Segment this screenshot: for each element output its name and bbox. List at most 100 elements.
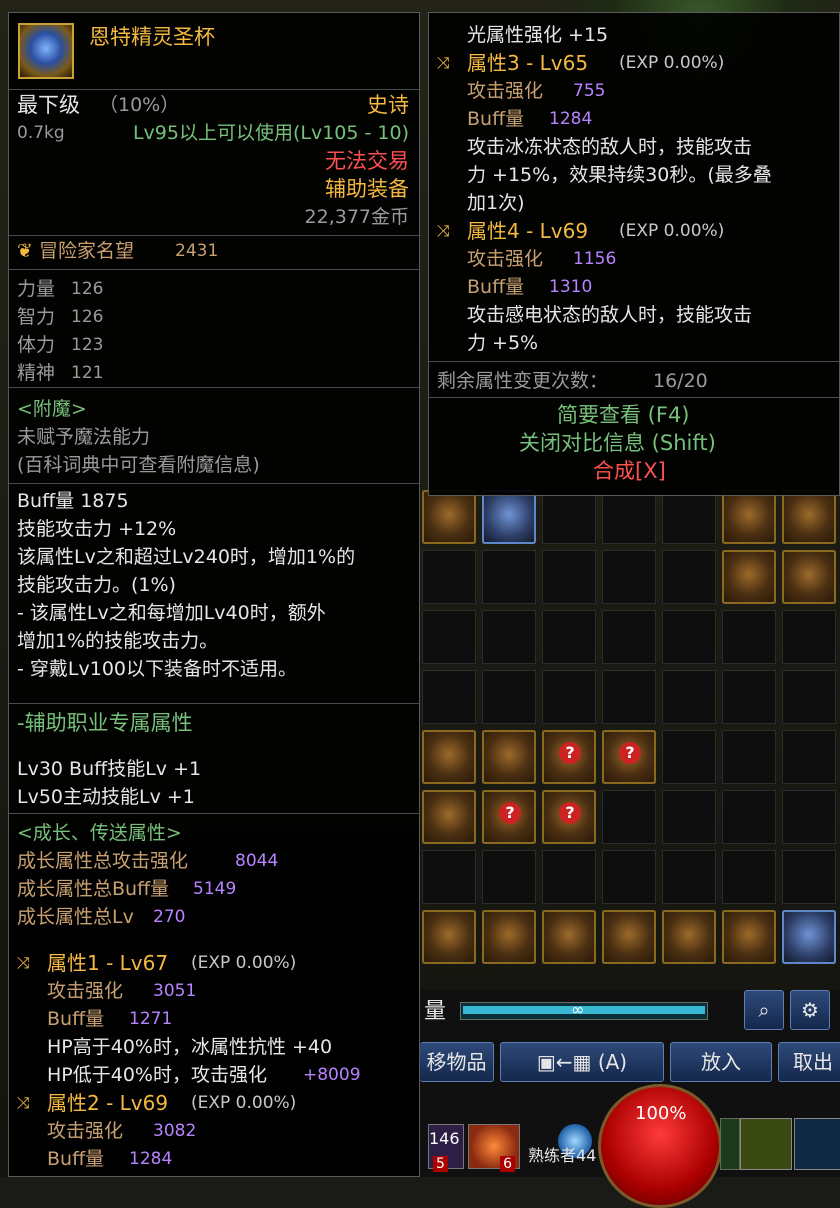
inventory-slot[interactable] [542, 610, 596, 664]
inventory-slot[interactable] [662, 610, 716, 664]
inventory-item[interactable] [422, 730, 476, 784]
inventory-item[interactable] [482, 490, 536, 544]
attr3-desc-2: 力 +15%，效果持续30秒。(最多叠 [467, 164, 772, 186]
inventory-item[interactable] [782, 490, 836, 544]
inventory-slot[interactable] [482, 850, 536, 904]
inventory-slot[interactable] [782, 610, 836, 664]
effect-line: 该属性Lv之和超过Lv240时，增加1%的 [17, 546, 356, 568]
compose-link[interactable]: 合成[X] [593, 457, 666, 485]
inventory-slot[interactable] [722, 790, 776, 844]
inventory-slot[interactable] [662, 670, 716, 724]
close-compare-link[interactable]: 关闭对比信息 (Shift) [519, 429, 716, 457]
put-in-button[interactable]: 放入 [670, 1042, 772, 1082]
inventory-slot[interactable] [662, 790, 716, 844]
attr2-buff-label: Buff量 [47, 1148, 105, 1170]
weight-label: 量 [424, 999, 447, 1024]
attr4-atk-value: 1156 [573, 249, 617, 269]
inventory-slot[interactable] [782, 790, 836, 844]
inventory-slot[interactable] [722, 610, 776, 664]
inventory-slot[interactable] [662, 550, 716, 604]
transfer-key: (A) [597, 1050, 628, 1074]
inventory-slot[interactable] [542, 850, 596, 904]
inventory-slot[interactable] [542, 670, 596, 724]
inventory-slot[interactable] [662, 490, 716, 544]
attr3-desc-3: 加1次) [467, 192, 525, 214]
inventory-slot[interactable] [782, 670, 836, 724]
inventory-slot[interactable] [602, 670, 656, 724]
attr4-header: 属性4 - Lv69 [467, 219, 589, 243]
inventory-slot[interactable] [602, 490, 656, 544]
inventory-item[interactable] [722, 910, 776, 964]
attr3-atk-value: 755 [573, 81, 606, 101]
inventory-slot[interactable] [422, 610, 476, 664]
inventory-slot[interactable] [542, 490, 596, 544]
inventory-slot[interactable] [662, 730, 716, 784]
inventory-slot[interactable] [722, 850, 776, 904]
stat-value: 126 [71, 307, 104, 327]
inventory-item[interactable] [482, 910, 536, 964]
hp-percent: 100% [635, 1103, 687, 1124]
take-out-button[interactable]: 取出 [778, 1042, 840, 1082]
growth-value: 270 [153, 907, 186, 927]
inventory-item[interactable] [782, 550, 836, 604]
item-grade-percent: （10%） [99, 94, 180, 116]
inventory-item[interactable] [542, 910, 596, 964]
inventory-slot[interactable] [602, 610, 656, 664]
stat-label: 体力 [17, 334, 56, 356]
header-divider [9, 89, 419, 90]
inventory-slot[interactable] [782, 850, 836, 904]
remaining-label: 剩余属性变更次数： [437, 370, 609, 392]
attr2-atk-label: 攻击强化 [47, 1120, 124, 1142]
skill-slot-2[interactable] [740, 1118, 792, 1170]
inventory-slot[interactable] [602, 550, 656, 604]
effect-line: Buff量 1875 [17, 490, 129, 512]
search-button[interactable]: ⌕ [744, 990, 784, 1030]
quickslot-2[interactable]: 6 [468, 1124, 520, 1172]
shuffle-icon: ⤨ [17, 1093, 30, 1112]
inventory-slot[interactable] [482, 550, 536, 604]
fame-label: 冒险家名望 [39, 240, 135, 262]
inventory-slot[interactable] [542, 550, 596, 604]
effect-line: 技能攻击力 +12% [17, 518, 177, 540]
inventory-item[interactable] [662, 910, 716, 964]
inventory-slot[interactable] [482, 670, 536, 724]
attr1-extra-2-value: +8009 [303, 1065, 361, 1085]
inventory-item[interactable] [542, 730, 596, 784]
transfer-button[interactable]: ▣←▦ (A) [500, 1042, 664, 1082]
growth-value: 8044 [235, 851, 279, 871]
inventory-item[interactable] [482, 790, 536, 844]
move-items-button[interactable]: 移物品 [420, 1042, 494, 1082]
inventory-item[interactable] [542, 790, 596, 844]
inventory-item[interactable] [602, 730, 656, 784]
inventory-slot[interactable] [602, 850, 656, 904]
inventory-item[interactable] [422, 790, 476, 844]
brief-view-link[interactable]: 简要查看 (F4) [557, 401, 690, 429]
inventory-item[interactable] [722, 490, 776, 544]
inventory-item[interactable] [422, 490, 476, 544]
inventory-slot[interactable] [662, 850, 716, 904]
item-badge: 6 [500, 1156, 515, 1172]
skill-slot-3[interactable] [794, 1118, 840, 1170]
attr1-buff-label: Buff量 [47, 1008, 105, 1030]
inventory-slot[interactable] [782, 730, 836, 784]
inventory-slot[interactable] [722, 670, 776, 724]
inventory-slot[interactable] [422, 550, 476, 604]
inventory-slot[interactable] [422, 850, 476, 904]
inventory-slot[interactable] [722, 730, 776, 784]
inventory-item[interactable] [782, 910, 836, 964]
inventory-item[interactable] [602, 910, 656, 964]
remaining-divider [429, 361, 839, 362]
attr4-buff-value: 1310 [549, 277, 593, 297]
inventory-item[interactable] [722, 550, 776, 604]
inventory-item[interactable] [422, 910, 476, 964]
inventory-slot[interactable] [422, 670, 476, 724]
hp-orb: 100% [598, 1084, 722, 1208]
item-icon [18, 23, 74, 79]
inventory-slot[interactable] [602, 790, 656, 844]
inventory-slot[interactable] [482, 610, 536, 664]
enchant-divider [9, 387, 419, 388]
settings-button[interactable]: ⚙ [790, 990, 830, 1030]
inventory-item[interactable] [482, 730, 536, 784]
skill-slot-1[interactable] [720, 1118, 740, 1170]
quickslot-1[interactable]: 146 5 [428, 1124, 464, 1172]
